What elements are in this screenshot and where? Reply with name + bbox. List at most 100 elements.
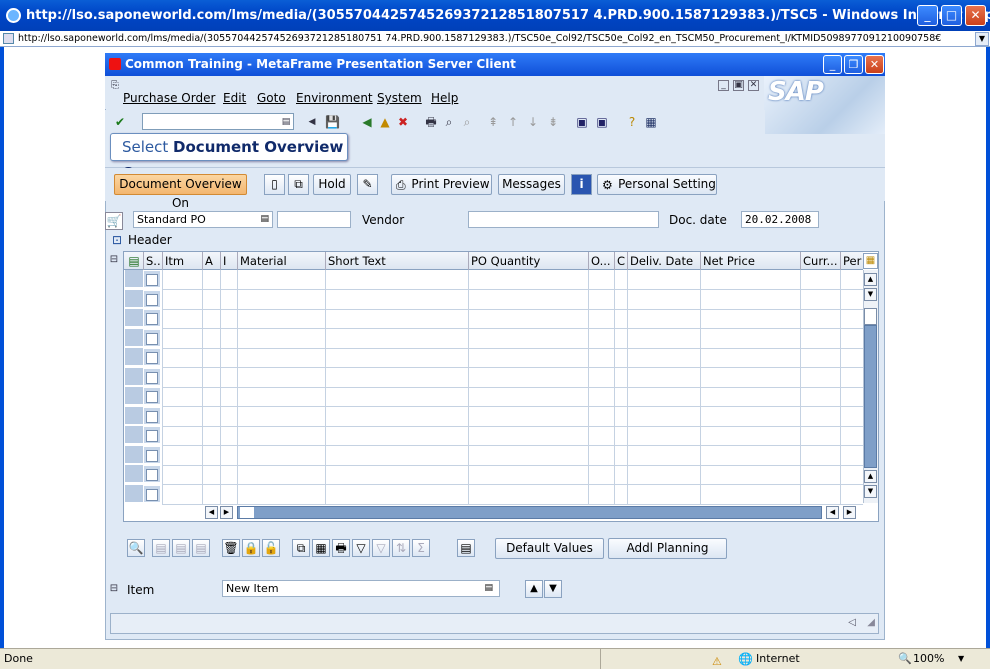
messages-button[interactable]: Messages <box>498 174 565 195</box>
col-header-status[interactable]: S.. <box>143 252 162 270</box>
create-document-icon[interactable]: ▯ <box>264 174 285 195</box>
personal-setting-button[interactable]: ⚙ Personal Setting <box>597 174 717 195</box>
popup-blocked-icon[interactable]: ⚠ <box>712 652 722 672</box>
other-document-icon[interactable]: ⧉ <box>288 174 309 195</box>
row-selector[interactable] <box>125 290 143 308</box>
row-checkbox[interactable] <box>144 485 161 503</box>
table-select-icon[interactable]: ▦ <box>312 539 330 557</box>
row-checkbox[interactable] <box>144 309 161 327</box>
scroll-left-icon[interactable]: ◀ <box>205 506 218 519</box>
scroll-thumb[interactable] <box>864 325 877 468</box>
filter-off-icon[interactable]: ▽ <box>372 539 390 557</box>
new-session-icon[interactable]: ▣ <box>575 115 589 129</box>
col-header-short-text[interactable]: Short Text <box>325 252 468 270</box>
sap-close-icon[interactable]: ✕ <box>748 80 759 91</box>
scroll-page-down-icon[interactable]: ▼ <box>864 485 877 498</box>
save-icon[interactable]: 💾 <box>325 115 340 129</box>
col-header-item-category[interactable]: I <box>220 252 237 270</box>
po-number-field[interactable] <box>277 211 351 228</box>
citrix-maximize-button[interactable]: ❐ <box>844 55 863 74</box>
exit-icon[interactable]: ▲ <box>378 115 392 129</box>
previous-page-icon[interactable]: ↑ <box>506 115 520 129</box>
row-selector[interactable] <box>125 407 143 425</box>
address-dropdown-icon[interactable]: ▼ <box>975 32 989 46</box>
po-type-select[interactable]: Standard PO ▤ <box>133 211 273 228</box>
delete-icon[interactable]: 🗑 <box>222 539 240 557</box>
horizontal-scrollbar-thumb[interactable] <box>237 506 822 519</box>
row-checkbox[interactable] <box>144 290 161 308</box>
menu-goto[interactable]: Goto <box>257 91 286 105</box>
citrix-minimize-button[interactable]: _ <box>823 55 842 74</box>
menu-edit[interactable]: Edit <box>223 91 246 105</box>
total-icon[interactable]: Σ <box>412 539 430 557</box>
row-checkbox[interactable] <box>144 446 161 464</box>
scroll-up-icon[interactable]: ▲ <box>864 273 877 286</box>
zoom-icon[interactable]: 🔍 <box>898 649 912 669</box>
row-selector[interactable] <box>125 426 143 444</box>
scroll-page-up-icon[interactable]: ▲ <box>864 470 877 483</box>
find-next-icon[interactable]: ⌕ <box>460 115 474 129</box>
row-selector[interactable] <box>125 485 143 503</box>
row-checkbox[interactable] <box>144 407 161 425</box>
list-icon[interactable]: ▤ <box>457 539 475 557</box>
menu-help[interactable]: Help <box>431 91 458 105</box>
ie-close-button[interactable]: ✕ <box>965 5 986 26</box>
row-selector[interactable] <box>125 465 143 483</box>
row-selector[interactable] <box>125 387 143 405</box>
menu-purchase-order[interactable]: Purchase Order <box>123 91 215 105</box>
insert-row-icon[interactable]: ▤ <box>172 539 190 557</box>
default-values-button[interactable]: Default Values <box>495 538 604 559</box>
hold-button[interactable]: Hold <box>313 174 351 195</box>
row-checkbox[interactable] <box>144 465 161 483</box>
menu-environment[interactable]: Environment <box>296 91 373 105</box>
next-item-icon[interactable]: ▼ <box>544 580 562 598</box>
filter-icon[interactable]: ▽ <box>352 539 370 557</box>
status-toggle-icon[interactable]: ◁ <box>848 617 856 628</box>
ie-minimize-button[interactable]: _ <box>917 5 938 26</box>
command-history-icon[interactable]: ▤ <box>279 115 293 129</box>
row-checkbox[interactable] <box>144 387 161 405</box>
citrix-close-button[interactable]: ✕ <box>865 55 884 74</box>
addl-planning-button[interactable]: Addl Planning <box>608 538 727 559</box>
col-header-po-quantity[interactable]: PO Quantity <box>468 252 588 270</box>
vendor-field[interactable] <box>468 211 659 228</box>
copy-row-icon[interactable]: ▤ <box>152 539 170 557</box>
print-icon[interactable]: 🖶 <box>424 115 438 129</box>
row-checkbox[interactable] <box>144 329 161 347</box>
row-checkbox[interactable] <box>144 270 161 288</box>
zoom-level[interactable]: 100% <box>913 649 944 669</box>
display-change-icon[interactable]: ✎ <box>357 174 378 195</box>
scroll-right-icon[interactable]: ▶ <box>220 506 233 519</box>
ie-maximize-button[interactable]: □ <box>941 5 962 26</box>
item-collapse-icon[interactable]: ⊟ <box>107 582 121 596</box>
last-page-icon[interactable]: ⇟ <box>546 115 560 129</box>
find-icon[interactable]: ⌕ <box>442 115 456 129</box>
column-settings-icon[interactable]: ▦ <box>863 253 878 269</box>
prev-arrow-icon[interactable]: ◀ <box>305 115 319 129</box>
col-header-account-assignment[interactable]: A <box>202 252 220 270</box>
document-overview-on-button[interactable]: Document Overview On <box>114 174 247 210</box>
details-icon[interactable]: 🔍 <box>127 539 145 557</box>
scroll-page-right-icon[interactable]: ▶ <box>843 506 856 519</box>
paste-row-icon[interactable]: ▤ <box>192 539 210 557</box>
row-selector[interactable] <box>125 446 143 464</box>
sap-restore-icon[interactable]: ▣ <box>733 80 744 91</box>
menu-system[interactable]: System <box>377 91 422 105</box>
row-checkbox[interactable] <box>144 348 161 366</box>
row-selector[interactable] <box>125 329 143 347</box>
po-type-dropdown-icon[interactable]: ▤ <box>260 212 269 227</box>
cart-icon[interactable]: 🛒 <box>105 212 123 230</box>
col-header-net-price[interactable]: Net Price <box>700 252 800 270</box>
command-field[interactable] <box>142 113 294 130</box>
col-header-date-category[interactable]: C <box>614 252 627 270</box>
scroll-page-left-icon[interactable]: ◀ <box>826 506 839 519</box>
scroll-down-icon[interactable]: ▼ <box>864 288 877 301</box>
address-bar[interactable]: http://lso.saponeworld.com/lms/media/(30… <box>0 31 990 47</box>
cancel-icon[interactable]: ✖ <box>396 115 410 129</box>
enter-check-icon[interactable]: ✔ <box>113 115 127 129</box>
layout-menu-icon[interactable]: ▦ <box>644 115 658 129</box>
zoom-dropdown-icon[interactable]: ▼ <box>958 649 964 669</box>
previous-item-icon[interactable]: ▲ <box>525 580 543 598</box>
sap-menu-icon[interactable]: ⎘ <box>108 79 122 93</box>
copy-icon[interactable]: ⧉ <box>292 539 310 557</box>
